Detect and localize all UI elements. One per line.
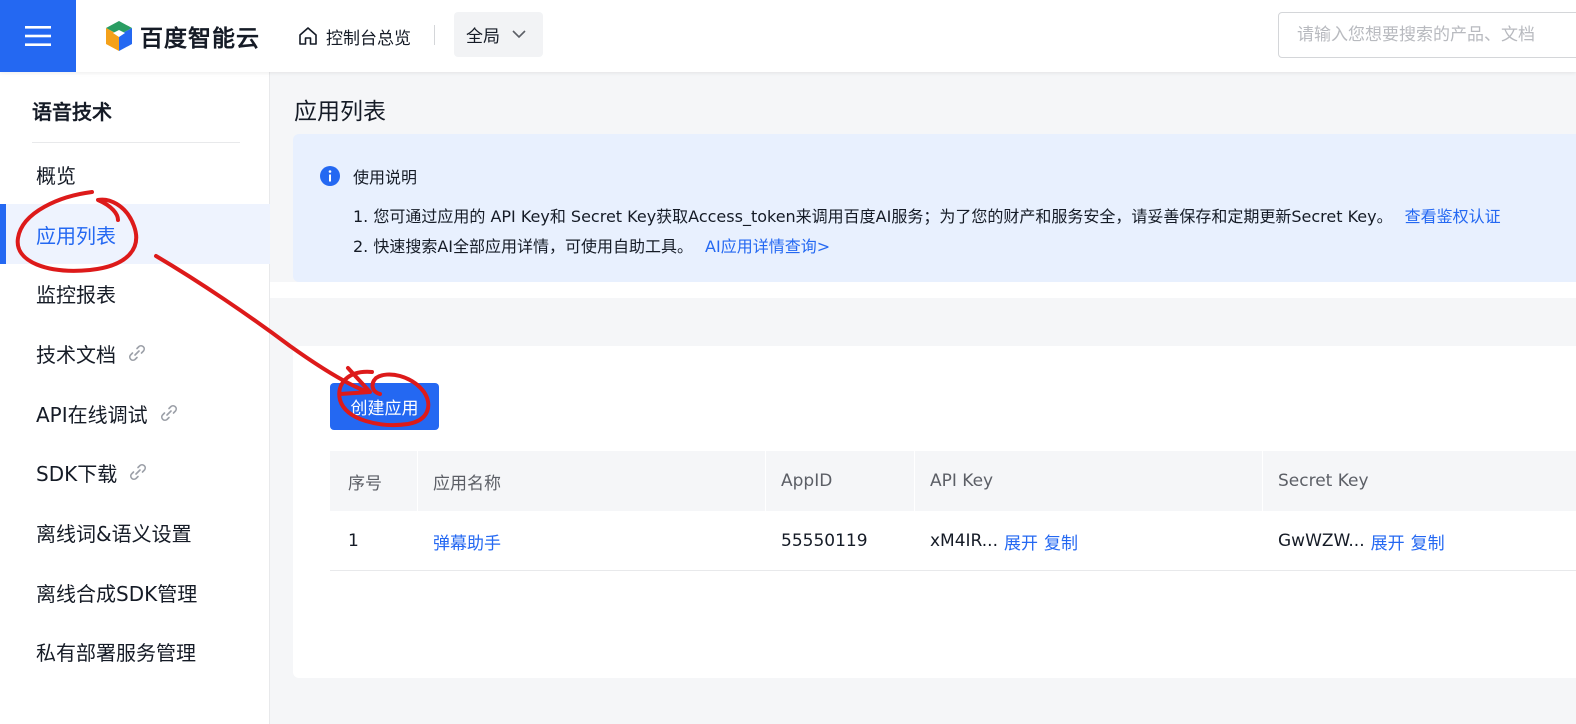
column-divider	[765, 451, 766, 511]
sidebar-item-monitor-report[interactable]: 监控报表	[0, 263, 270, 323]
secret-key-value: GwWZW...	[1278, 531, 1365, 551]
sidebar-item-api-debug[interactable]: API在线调试	[0, 383, 270, 443]
sidebar-item-offline-words[interactable]: 离线词&语义设置	[0, 502, 270, 562]
header-index: 序号	[348, 473, 382, 494]
sidebar-item-label: 应用列表	[36, 223, 116, 248]
chevron-down-icon	[512, 30, 526, 39]
cell-appid: 55550119	[781, 531, 868, 551]
notice-line-1-text: 1. 您可通过应用的 API Key和 Secret Key获取Access_t…	[353, 207, 1393, 226]
auth-doc-link[interactable]: 查看鉴权认证	[1405, 207, 1501, 226]
region-label: 全局	[466, 27, 500, 47]
sidebar-item-app-list[interactable]: 应用列表	[0, 204, 270, 264]
create-app-button[interactable]: 创建应用	[330, 383, 439, 430]
app-table: 序号 应用名称 AppID API Key Secret Key 1 弹幕助手 …	[330, 451, 1576, 571]
sidebar-item-private-deploy[interactable]: 私有部署服务管理	[0, 621, 270, 681]
sidebar-divider	[32, 142, 240, 143]
column-divider	[1262, 451, 1263, 511]
table-row: 1 弹幕助手 55550119 xM4IR... 展开 复制 GwWZW... …	[330, 511, 1576, 571]
sidebar-title: 语音技术	[32, 100, 112, 124]
sidebar: 语音技术 概览 应用列表 监控报表 技术文档 API在线调试 SDK下载 离线词…	[0, 72, 270, 724]
header-secret-key: Secret Key	[1278, 471, 1369, 491]
sidebar-item-tech-docs[interactable]: 技术文档	[0, 323, 270, 383]
menu-icon	[25, 26, 51, 46]
page-title: 应用列表	[294, 99, 386, 125]
console-overview-label: 控制台总览	[326, 28, 411, 49]
cube-logo-icon	[106, 21, 132, 51]
table-header: 序号 应用名称 AppID API Key Secret Key	[330, 451, 1576, 511]
search-input[interactable]	[1278, 12, 1576, 58]
sidebar-item-label: 监控报表	[36, 282, 116, 307]
app-detail-query-link[interactable]: AI应用详情查询>	[705, 237, 830, 256]
header-app-name: 应用名称	[433, 473, 501, 494]
sidebar-item-label: 私有部署服务管理	[36, 640, 196, 665]
column-divider	[914, 451, 915, 511]
column-divider	[417, 451, 418, 511]
sidebar-item-label: 概览	[36, 163, 76, 188]
usage-notice: 使用说明 1. 您可通过应用的 API Key和 Secret Key获取Acc…	[293, 134, 1576, 282]
sidebar-item-label: SDK下载	[36, 461, 118, 486]
notice-title: 使用说明	[353, 168, 418, 187]
sidebar-item-label: 技术文档	[36, 342, 116, 367]
console-overview-link[interactable]: 控制台总览	[298, 22, 411, 50]
notice-line-2: 2. 快速搜索AI全部应用详情，可使用自助工具。 AI应用详情查询>	[353, 233, 830, 257]
sidebar-item-sdk-download[interactable]: SDK下载	[0, 442, 270, 502]
notice-line-2-text: 2. 快速搜索AI全部应用详情，可使用自助工具。	[353, 237, 694, 256]
header-appid: AppID	[781, 471, 833, 491]
cell-api-key: xM4IR... 展开 复制	[930, 511, 1078, 571]
api-key-expand-button[interactable]: 展开	[1004, 529, 1038, 554]
api-key-value: xM4IR...	[930, 531, 998, 551]
brand-name: 百度智能云	[140, 26, 260, 52]
region-select[interactable]: 全局	[454, 12, 543, 57]
notice-line-1: 1. 您可通过应用的 API Key和 Secret Key获取Access_t…	[353, 203, 1501, 227]
sidebar-item-overview[interactable]: 概览	[0, 144, 270, 204]
section-divider	[270, 282, 1576, 298]
link-icon	[158, 402, 180, 424]
secret-key-copy-button[interactable]: 复制	[1411, 529, 1445, 554]
api-key-copy-button[interactable]: 复制	[1044, 529, 1078, 554]
sidebar-item-label: 离线词&语义设置	[36, 521, 192, 546]
home-icon	[299, 27, 317, 45]
menu-button[interactable]	[0, 0, 76, 72]
sidebar-item-offline-sdk[interactable]: 离线合成SDK管理	[0, 562, 270, 622]
cell-secret-key: GwWZW... 展开 复制	[1278, 511, 1445, 571]
info-icon	[320, 166, 340, 186]
brand-logo[interactable]: 百度智能云	[104, 18, 260, 54]
app-name-link[interactable]: 弹幕助手	[433, 529, 501, 554]
secret-key-expand-button[interactable]: 展开	[1371, 529, 1405, 554]
cell-index: 1	[348, 531, 359, 551]
top-bar: 百度智能云 控制台总览 全局	[0, 0, 1576, 72]
sidebar-item-label: API在线调试	[36, 402, 148, 427]
header-api-key: API Key	[930, 471, 994, 491]
link-icon	[126, 342, 148, 364]
sidebar-item-label: 离线合成SDK管理	[36, 581, 198, 606]
link-icon	[127, 461, 149, 483]
nav-divider	[434, 25, 435, 45]
